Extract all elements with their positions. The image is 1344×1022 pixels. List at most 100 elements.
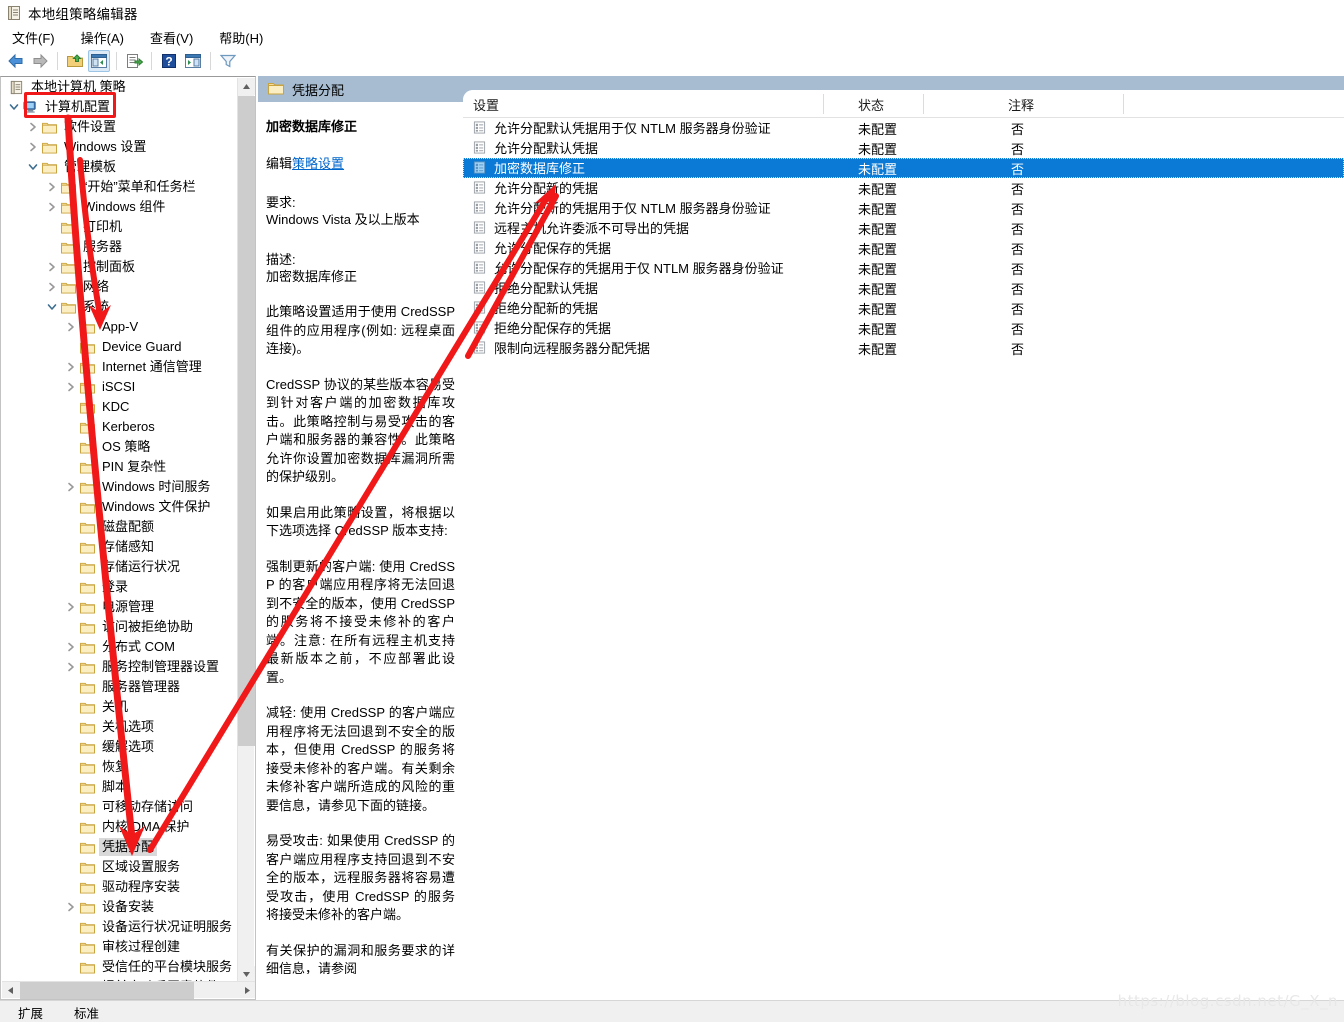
column-header-state[interactable]: 状态 bbox=[858, 90, 884, 118]
tree-item-20[interactable]: Windows 文件保护 bbox=[1, 497, 239, 517]
tree-item-14[interactable]: iSCSI bbox=[1, 377, 239, 397]
tree-item-0[interactable]: 计算机配置 bbox=[1, 97, 239, 117]
chevron-down-icon[interactable] bbox=[7, 97, 21, 117]
table-row[interactable]: 限制向远程服务器分配凭据 未配置 否 bbox=[463, 338, 1344, 358]
tree-item-27[interactable]: 分布式 COM bbox=[1, 637, 239, 657]
chevron-right-icon[interactable] bbox=[64, 637, 78, 657]
scroll-left-arrow-icon[interactable] bbox=[2, 982, 19, 999]
tree-item-7[interactable]: 服务器 bbox=[1, 237, 239, 257]
tree-scroll-thumb[interactable] bbox=[238, 96, 255, 746]
tree-item-8[interactable]: 控制面板 bbox=[1, 257, 239, 277]
menu-action[interactable]: 操作(A) bbox=[77, 26, 136, 49]
tree-item-4[interactable]: “开始”菜单和任务栏 bbox=[1, 177, 239, 197]
tree-root-node[interactable]: 本地计算机 策略 bbox=[1, 77, 239, 97]
tree-item-41[interactable]: 设备运行状况证明服务 bbox=[1, 917, 239, 937]
scroll-up-arrow-icon[interactable] bbox=[238, 78, 255, 95]
column-divider[interactable] bbox=[923, 94, 924, 114]
column-divider[interactable] bbox=[823, 94, 824, 114]
tree-item-24[interactable]: 登录 bbox=[1, 577, 239, 597]
chevron-down-icon[interactable] bbox=[26, 157, 40, 177]
tree-item-33[interactable]: 恢复 bbox=[1, 757, 239, 777]
question-help-icon[interactable]: ? bbox=[158, 50, 180, 72]
tree-vertical-scrollbar[interactable] bbox=[237, 78, 255, 983]
chevron-right-icon[interactable] bbox=[45, 177, 59, 197]
chevron-right-icon[interactable] bbox=[64, 477, 78, 497]
chevron-right-icon[interactable] bbox=[64, 897, 78, 917]
chevron-right-icon[interactable] bbox=[64, 317, 78, 337]
tree-item-23[interactable]: 存储运行状况 bbox=[1, 557, 239, 577]
chevron-right-icon[interactable] bbox=[26, 117, 40, 137]
chevron-right-icon[interactable] bbox=[64, 657, 78, 677]
tree-item-21[interactable]: 磁盘配额 bbox=[1, 517, 239, 537]
chevron-right-icon[interactable] bbox=[64, 597, 78, 617]
table-row[interactable]: 允许分配新的凭据用于仅 NTLM 服务器身份验证 未配置 否 bbox=[463, 198, 1344, 218]
tree-item-31[interactable]: 关机选项 bbox=[1, 717, 239, 737]
tree-item-19[interactable]: Windows 时间服务 bbox=[1, 477, 239, 497]
tree-item-36[interactable]: 内核 DMA 保护 bbox=[1, 817, 239, 837]
edit-policy-setting-link[interactable]: 策略设置 bbox=[292, 156, 344, 171]
tree-item-29[interactable]: 服务器管理器 bbox=[1, 677, 239, 697]
tree-item-9[interactable]: 网络 bbox=[1, 277, 239, 297]
tree-item-28[interactable]: 服务控制管理器设置 bbox=[1, 657, 239, 677]
chevron-right-icon[interactable] bbox=[45, 277, 59, 297]
tree-item-34[interactable]: 脚本 bbox=[1, 777, 239, 797]
table-row[interactable]: 远程主机允许委派不可导出的凭据 未配置 否 bbox=[463, 218, 1344, 238]
table-row[interactable]: 拒绝分配保存的凭据 未配置 否 bbox=[463, 318, 1344, 338]
tree-item-1[interactable]: 软件设置 bbox=[1, 117, 239, 137]
table-row[interactable]: 允许分配保存的凭据 未配置 否 bbox=[463, 238, 1344, 258]
tree-item-12[interactable]: Device Guard bbox=[1, 337, 239, 357]
table-row[interactable]: 拒绝分配默认凭据 未配置 否 bbox=[463, 278, 1344, 298]
chevron-right-icon[interactable] bbox=[45, 257, 59, 277]
table-row[interactable]: 允许分配默认凭据 未配置 否 bbox=[463, 138, 1344, 158]
menu-help[interactable]: 帮助(H) bbox=[215, 26, 275, 49]
table-row[interactable]: 允许分配新的凭据 未配置 否 bbox=[463, 178, 1344, 198]
tree-item-42[interactable]: 审核过程创建 bbox=[1, 937, 239, 957]
chevron-right-icon[interactable] bbox=[45, 197, 59, 217]
table-row[interactable]: 允许分配默认凭据用于仅 NTLM 服务器身份验证 未配置 否 bbox=[463, 118, 1344, 138]
chevron-right-icon[interactable] bbox=[26, 137, 40, 157]
tree-item-10[interactable]: 系统 bbox=[1, 297, 239, 317]
tree-item-13[interactable]: Internet 通信管理 bbox=[1, 357, 239, 377]
tree-item-17[interactable]: OS 策略 bbox=[1, 437, 239, 457]
console-tree-icon[interactable] bbox=[88, 49, 110, 72]
action-pane-icon[interactable] bbox=[182, 50, 204, 72]
tree-item-15[interactable]: KDC bbox=[1, 397, 239, 417]
column-divider[interactable] bbox=[1123, 94, 1124, 114]
tree-item-3[interactable]: 管理模板 bbox=[1, 157, 239, 177]
chevron-right-icon[interactable] bbox=[64, 377, 78, 397]
tree-item-11[interactable]: App-V bbox=[1, 317, 239, 337]
column-header-comment[interactable]: 注释 bbox=[1008, 90, 1034, 118]
policy-settings-list[interactable]: 设置 状态 注释 允许分配默认凭据用于仅 NTLM 服务器身份验证 未配置否允许分… bbox=[463, 90, 1344, 974]
table-row[interactable]: 拒绝分配新的凭据 未配置 否 bbox=[463, 298, 1344, 318]
chevron-down-icon[interactable] bbox=[45, 297, 59, 317]
console-tree-pane[interactable]: 本地计算机 策略 计算机配置 软件设置 Windows 设置 管理模板 “开始”菜单和任… bbox=[0, 76, 256, 1000]
menu-file[interactable]: 文件(F) bbox=[8, 26, 67, 49]
tree-horizontal-scrollbar[interactable] bbox=[2, 981, 255, 999]
back-button[interactable] bbox=[5, 50, 27, 72]
tree-hscroll-thumb[interactable] bbox=[20, 982, 194, 999]
tree-item-35[interactable]: 可移动存储访问 bbox=[1, 797, 239, 817]
scroll-right-arrow-icon[interactable] bbox=[239, 982, 255, 999]
tree-item-2[interactable]: Windows 设置 bbox=[1, 137, 239, 157]
tree-item-40[interactable]: 设备安装 bbox=[1, 897, 239, 917]
menu-view[interactable]: 查看(V) bbox=[146, 26, 205, 49]
tree-item-38[interactable]: 区域设置服务 bbox=[1, 857, 239, 877]
tree-item-32[interactable]: 缓解选项 bbox=[1, 737, 239, 757]
tree-item-37[interactable]: 凭据分配 bbox=[1, 837, 239, 857]
tree-item-5[interactable]: Windows 组件 bbox=[1, 197, 239, 217]
tree-item-30[interactable]: 关机 bbox=[1, 697, 239, 717]
export-list-button[interactable] bbox=[123, 50, 145, 72]
tree-item-22[interactable]: 存储感知 bbox=[1, 537, 239, 557]
forward-button[interactable] bbox=[29, 50, 51, 72]
column-header-setting[interactable]: 设置 bbox=[473, 90, 499, 118]
tree-item-43[interactable]: 受信任的平台模块服务 bbox=[1, 957, 239, 977]
tree-item-18[interactable]: PIN 复杂性 bbox=[1, 457, 239, 477]
tree-item-26[interactable]: 访问被拒绝协助 bbox=[1, 617, 239, 637]
tree-item-25[interactable]: 电源管理 bbox=[1, 597, 239, 617]
tree-item-39[interactable]: 驱动程序安装 bbox=[1, 877, 239, 897]
chevron-right-icon[interactable] bbox=[64, 357, 78, 377]
table-row[interactable]: 加密数据库修正 未配置 否 bbox=[463, 158, 1344, 178]
filter-funnel-icon[interactable] bbox=[217, 50, 239, 72]
up-folder-button[interactable] bbox=[64, 50, 86, 72]
table-row[interactable]: 允许分配保存的凭据用于仅 NTLM 服务器身份验证 未配置 否 bbox=[463, 258, 1344, 278]
